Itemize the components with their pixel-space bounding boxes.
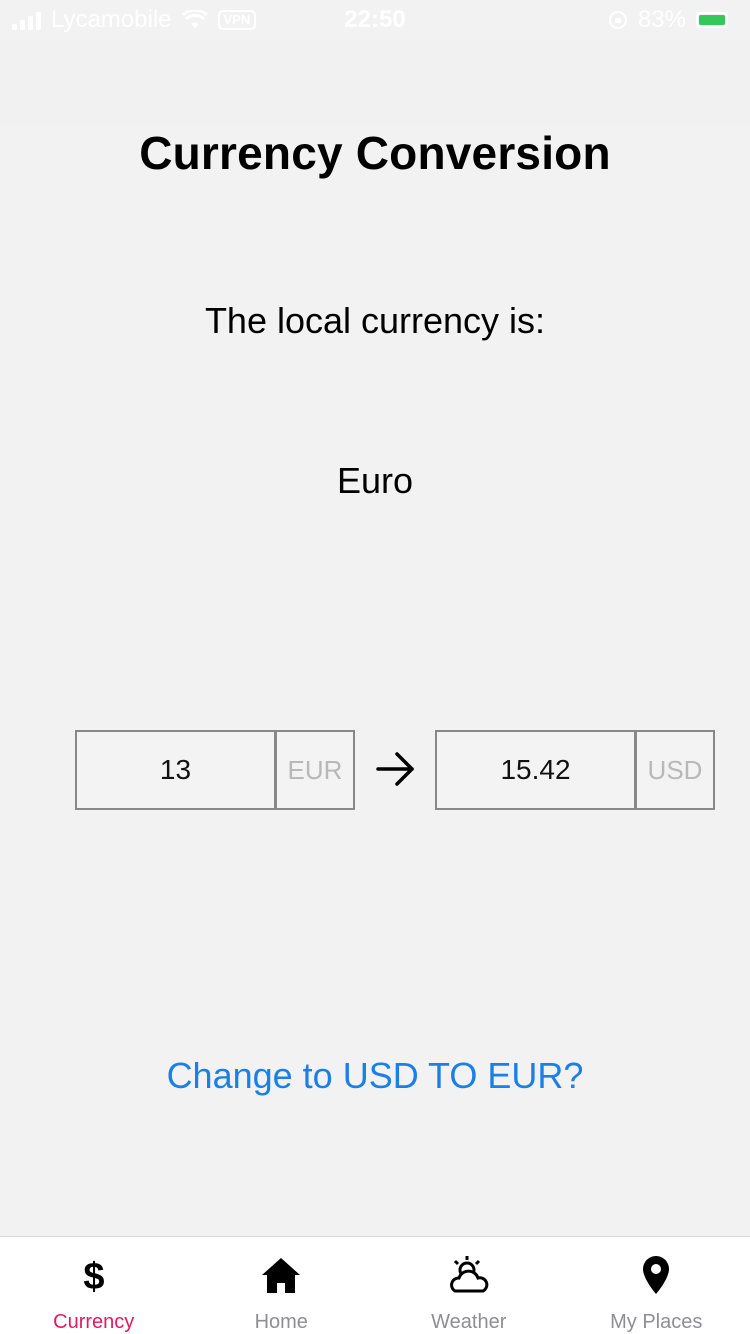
tab-home[interactable]: Home [188, 1237, 376, 1334]
to-currency-field: USD [635, 730, 715, 810]
header-bar [0, 40, 750, 126]
tab-label: Home [254, 1311, 308, 1333]
tab-my-places[interactable]: My Places [563, 1237, 750, 1334]
map-pin-icon [643, 1256, 670, 1294]
status-bar: Lycamobile VPN 22:50 83% [0, 0, 750, 40]
battery-icon [696, 12, 728, 28]
screen: Lycamobile VPN 22:50 83% Currency Conver… [0, 0, 750, 1334]
from-currency-field: EUR [275, 730, 355, 810]
tab-weather[interactable]: Weather [375, 1237, 563, 1334]
home-icon [262, 1258, 301, 1293]
from-amount-input[interactable]: 13 [75, 730, 276, 810]
tab-bar: $ Currency Home Weather My Places [0, 1236, 750, 1334]
to-amount-field: 15.42 [435, 730, 636, 810]
tab-currency[interactable]: $ Currency [0, 1237, 188, 1334]
tab-label: My Places [610, 1311, 703, 1333]
tab-label: Weather [431, 1311, 507, 1333]
svg-text:$: $ [83, 1256, 104, 1297]
dollar-icon: $ [83, 1256, 104, 1297]
orientation-lock-icon [608, 11, 627, 29]
battery-percent: 83% [637, 6, 686, 33]
weather-icon [449, 1256, 489, 1293]
local-currency-value: Euro [336, 460, 414, 501]
local-currency-label: The local currency is: [204, 300, 546, 341]
arrow-right-icon [376, 752, 414, 786]
page-title: Currency Conversion [139, 127, 611, 179]
tab-label: Currency [53, 1311, 135, 1333]
status-right: 83% [608, 6, 728, 34]
swap-direction-link[interactable]: Change to USD TO EUR? [0, 1055, 750, 1097]
